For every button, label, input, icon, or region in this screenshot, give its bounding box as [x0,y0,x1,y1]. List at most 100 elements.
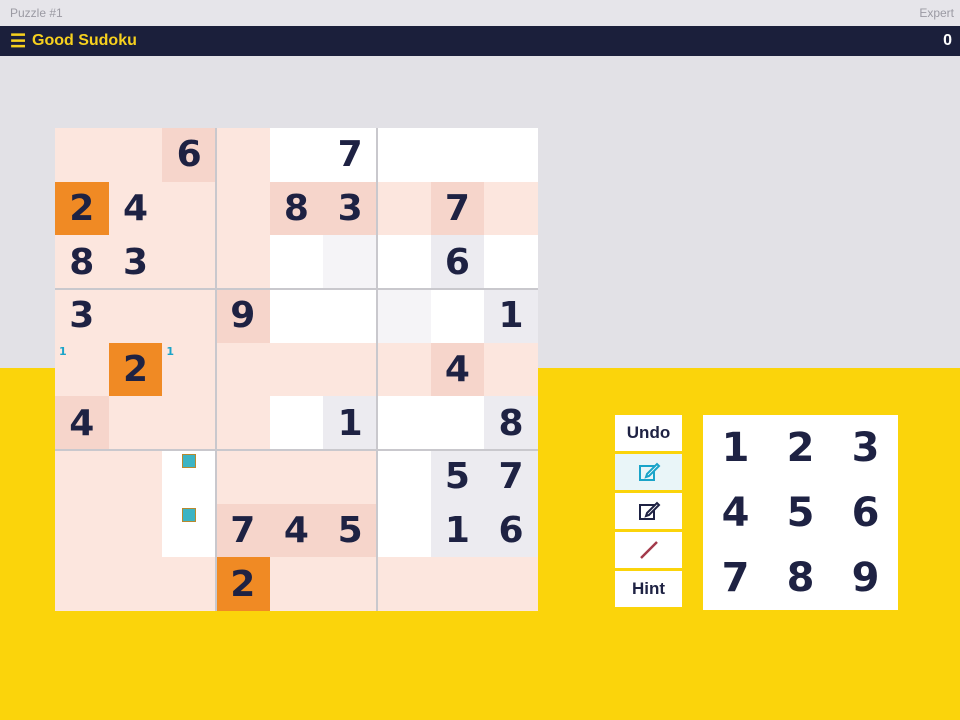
hamburger-icon[interactable]: ☰ [10,31,26,51]
sudoku-cell[interactable]: 1 [430,503,485,558]
pencil-mode-button[interactable] [615,454,682,490]
sudoku-cell[interactable] [108,557,163,611]
sudoku-cell[interactable] [484,557,538,611]
sudoku-cell[interactable] [430,128,485,182]
cell-value: 7 [230,509,256,551]
sudoku-cell[interactable]: 3 [108,235,163,289]
sudoku-cell[interactable]: 8 [484,396,538,450]
sudoku-cell[interactable]: 1 [55,342,109,397]
sudoku-cell[interactable]: 8 [55,235,109,289]
pen-button[interactable] [615,532,682,568]
sudoku-cell[interactable]: 6 [484,503,538,558]
hint-button[interactable]: Hint [615,571,682,607]
sudoku-cell[interactable] [376,396,431,450]
keypad-number-8[interactable]: 8 [768,545,833,610]
sudoku-cell[interactable]: 3 [323,181,377,236]
sudoku-cell[interactable] [484,342,538,397]
sudoku-cell[interactable] [376,449,431,504]
sudoku-cell[interactable] [108,503,163,558]
sudoku-cell[interactable] [376,181,431,236]
sudoku-cell[interactable]: 1 [162,342,216,397]
sudoku-cell[interactable]: 4 [108,181,163,236]
sudoku-cell[interactable] [162,288,216,343]
sudoku-cell[interactable] [108,396,163,450]
sudoku-cell[interactable] [162,557,216,611]
keypad-number-3[interactable]: 3 [833,415,898,480]
sudoku-cell[interactable]: 9 [215,288,270,343]
sudoku-cell[interactable] [162,503,216,558]
sudoku-cell[interactable] [269,128,324,182]
sudoku-cell[interactable] [215,235,270,289]
sudoku-cell[interactable]: 3 [55,288,109,343]
keypad-number-5[interactable]: 5 [768,480,833,545]
sudoku-cell[interactable]: 7 [323,128,377,182]
sudoku-cell[interactable] [430,557,485,611]
sudoku-cell[interactable] [430,396,485,450]
sudoku-cell[interactable] [162,235,216,289]
sudoku-cell[interactable]: 5 [323,503,377,558]
sudoku-cell[interactable]: 5 [430,449,485,504]
sudoku-cell[interactable]: 6 [162,128,216,182]
sudoku-cell[interactable] [162,181,216,236]
sudoku-cell[interactable] [55,449,109,504]
sudoku-cell[interactable] [376,128,431,182]
sudoku-cell[interactable] [269,235,324,289]
board-divider [376,128,378,611]
sudoku-cell[interactable]: 2 [55,181,109,236]
keypad-number-4[interactable]: 4 [703,480,768,545]
keypad-number-2[interactable]: 2 [768,415,833,480]
sudoku-cell[interactable]: 1 [484,288,538,343]
sudoku-cell[interactable] [269,288,324,343]
sudoku-cell[interactable]: 7 [430,181,485,236]
sudoku-cell[interactable] [376,342,431,397]
sudoku-cell[interactable] [376,235,431,289]
sudoku-cell[interactable] [108,449,163,504]
keypad-number-7[interactable]: 7 [703,545,768,610]
sudoku-cell[interactable] [376,288,431,343]
sudoku-cell[interactable] [323,235,377,289]
sudoku-cell[interactable]: 4 [55,396,109,450]
sudoku-cell[interactable] [108,128,163,182]
keypad-number-6[interactable]: 6 [833,480,898,545]
sudoku-cell[interactable]: 7 [215,503,270,558]
edit-notes-button[interactable] [615,493,682,529]
sudoku-cell[interactable]: 2 [108,342,163,397]
sudoku-cell[interactable] [55,128,109,182]
sudoku-cell[interactable] [55,557,109,611]
keypad-number-9[interactable]: 9 [833,545,898,610]
keypad-number-1[interactable]: 1 [703,415,768,480]
sudoku-cell[interactable] [215,449,270,504]
sudoku-cell[interactable]: 6 [430,235,485,289]
sudoku-cell[interactable] [376,557,431,611]
sudoku-cell[interactable] [484,181,538,236]
sudoku-cell[interactable]: 8 [269,181,324,236]
sudoku-cell[interactable] [215,128,270,182]
sudoku-cell[interactable] [323,449,377,504]
sudoku-cell[interactable] [162,449,216,504]
sudoku-cell[interactable] [323,342,377,397]
sudoku-cell[interactable] [376,503,431,558]
sudoku-cell[interactable] [269,557,324,611]
sudoku-cell[interactable] [269,342,324,397]
sudoku-cell[interactable] [430,288,485,343]
edit-note-icon [638,501,660,520]
sudoku-cell[interactable] [484,235,538,289]
sudoku-cell[interactable] [108,288,163,343]
sudoku-cell[interactable]: 7 [484,449,538,504]
sudoku-cell[interactable]: 4 [269,503,324,558]
sudoku-board: 6724837836391121441857745162 [55,128,538,611]
undo-button[interactable]: Undo [615,415,682,451]
sudoku-cell[interactable]: 1 [323,396,377,450]
sudoku-cell[interactable] [484,128,538,182]
sudoku-cell[interactable] [269,449,324,504]
sudoku-cell[interactable]: 2 [215,557,270,611]
sudoku-cell[interactable] [269,396,324,450]
sudoku-cell[interactable] [215,342,270,397]
sudoku-cell[interactable] [162,396,216,450]
sudoku-cell[interactable] [323,288,377,343]
sudoku-cell[interactable]: 4 [430,342,485,397]
sudoku-cell[interactable] [215,396,270,450]
sudoku-cell[interactable] [55,503,109,558]
sudoku-cell[interactable] [323,557,377,611]
sudoku-cell[interactable] [215,181,270,236]
